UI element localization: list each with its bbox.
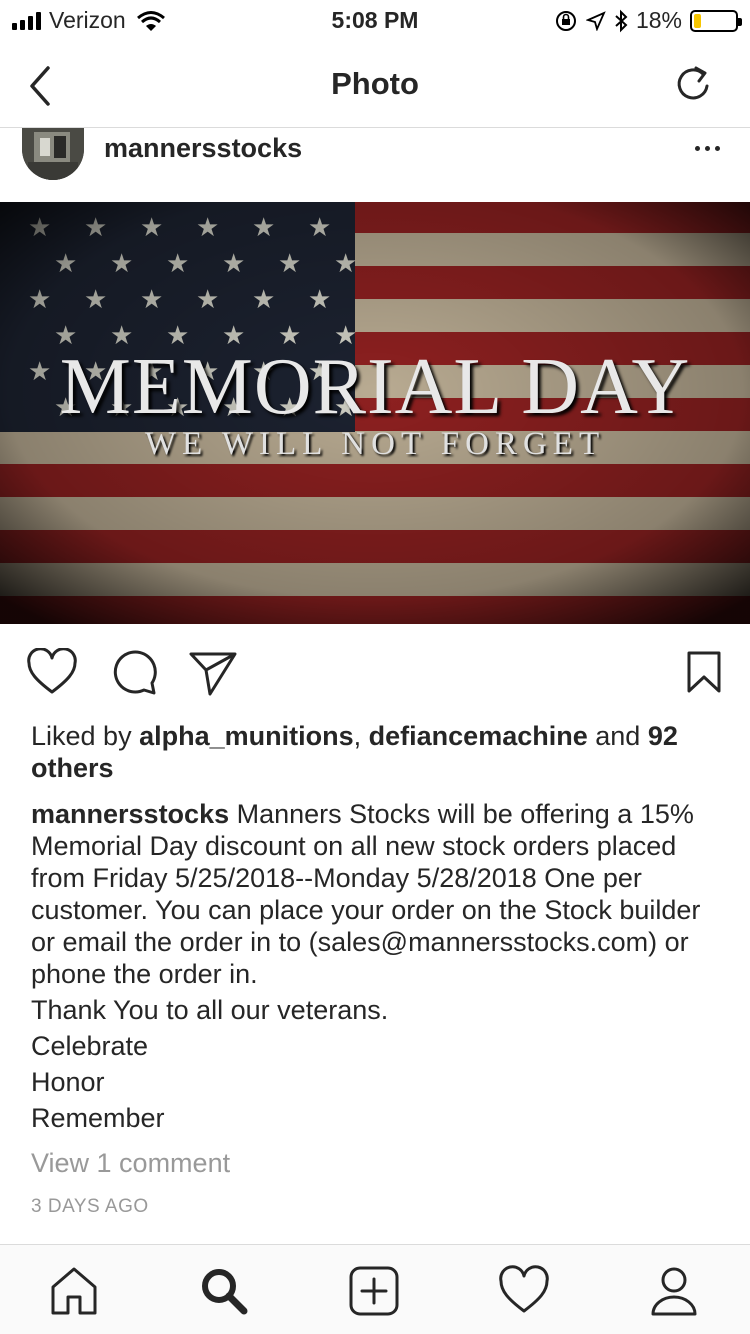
- share-icon[interactable]: [188, 650, 238, 696]
- add-post-icon[interactable]: [348, 1265, 400, 1317]
- home-icon[interactable]: [48, 1265, 100, 1317]
- refresh-icon[interactable]: [672, 62, 714, 106]
- view-comments-link[interactable]: View 1 comment: [31, 1148, 230, 1179]
- likes-and: and: [595, 721, 641, 751]
- orientation-lock-icon: [555, 10, 576, 31]
- caption-username[interactable]: mannersstocks: [31, 799, 229, 829]
- battery-percent: 18%: [635, 7, 682, 33]
- bluetooth-icon: [615, 9, 628, 32]
- post-username[interactable]: mannersstocks: [104, 133, 302, 164]
- tab-bar: [0, 1244, 750, 1334]
- battery-icon: [690, 9, 742, 32]
- likes-prefix: Liked by: [31, 721, 132, 751]
- post-caption: mannersstocks Manners Stocks will be off…: [31, 798, 721, 1134]
- bookmark-icon[interactable]: [686, 650, 722, 694]
- comment-icon[interactable]: [108, 648, 158, 696]
- liker-2[interactable]: defiancemachine: [369, 721, 588, 751]
- image-subtitle: WE WILL NOT FORGET: [144, 426, 606, 462]
- like-heart-icon[interactable]: [26, 648, 78, 696]
- avatar[interactable]: [22, 128, 84, 180]
- likes-summary[interactable]: Liked by alpha_munitions, defiancemachin…: [31, 720, 721, 784]
- battery-level: [694, 13, 702, 28]
- post-actions: [0, 624, 750, 720]
- post-image[interactable]: ★★★★★★★★★★★★★★★★★★★★★★★★★★★★★★★★★★★★ MEM…: [0, 202, 750, 624]
- image-headline: MEMORIAL DAY: [59, 343, 691, 431]
- liker-1[interactable]: alpha_munitions: [139, 721, 354, 751]
- profile-icon[interactable]: [648, 1265, 700, 1317]
- nav-bar: Photo: [0, 40, 750, 128]
- caption-line: Honor: [31, 1067, 105, 1097]
- status-bar: Verizon 5:08 PM 18%: [0, 0, 750, 40]
- location-icon: [585, 10, 606, 31]
- activity-heart-icon[interactable]: [498, 1265, 550, 1317]
- caption-line: Celebrate: [31, 1031, 149, 1061]
- caption-line: Remember: [31, 1103, 165, 1133]
- caption-line: Thank You to all our veterans.: [31, 995, 389, 1025]
- status-right: 18%: [554, 7, 742, 34]
- post-header: mannersstocks: [0, 128, 750, 202]
- page-title: Photo: [331, 66, 419, 101]
- likes-separator: ,: [353, 721, 362, 751]
- more-options-icon[interactable]: [695, 146, 720, 151]
- search-icon[interactable]: [198, 1265, 250, 1317]
- post-timestamp: 3 DAYS AGO: [31, 1196, 149, 1217]
